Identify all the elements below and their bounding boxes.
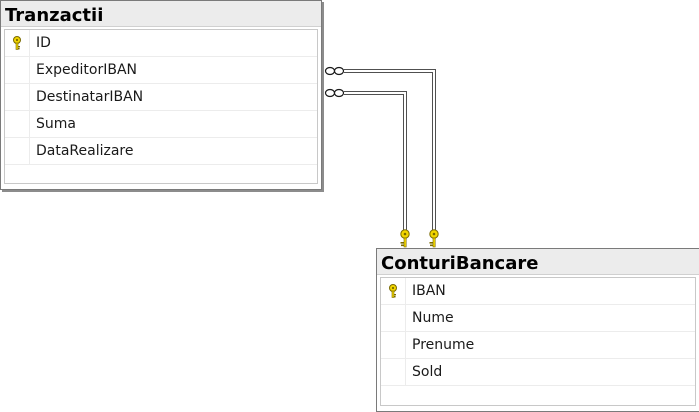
infinity-icon — [324, 66, 345, 76]
relationship-lines — [324, 66, 439, 248]
key-icon — [429, 229, 439, 248]
infinity-icon — [324, 88, 345, 98]
key-icon — [400, 229, 410, 248]
relationship-destinatariban-iban[interactable] — [324, 88, 410, 248]
